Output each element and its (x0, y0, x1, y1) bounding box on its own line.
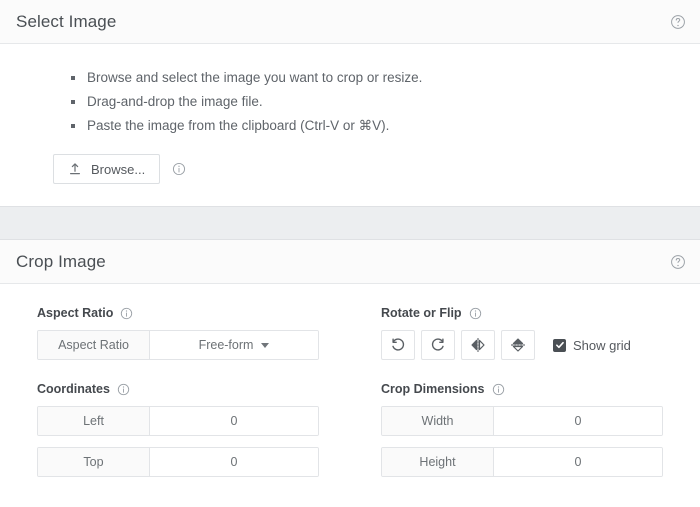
rotate-or-flip-label: Rotate or Flip (381, 306, 462, 320)
rotate-left-button[interactable] (381, 330, 415, 360)
panel-divider-strip (0, 206, 700, 240)
coordinates-group: Coordinates Left 0 Top 0 (37, 382, 349, 477)
width-input-group[interactable]: Width 0 (381, 406, 663, 436)
rotate-right-button[interactable] (421, 330, 455, 360)
list-item: Browse and select the image you want to … (71, 66, 684, 90)
check-icon (555, 340, 565, 350)
browse-button-label: Browse... (91, 161, 146, 177)
top-input[interactable]: 0 (150, 448, 318, 476)
rotate-clockwise-icon (430, 337, 446, 353)
select-image-body: Browse and select the image you want to … (0, 44, 700, 206)
info-circle-icon[interactable] (172, 162, 186, 176)
flip-vertical-icon (510, 337, 526, 353)
height-input-group[interactable]: Height 0 (381, 447, 663, 477)
info-circle-icon[interactable] (117, 383, 130, 396)
upload-icon (68, 162, 82, 176)
info-circle-icon[interactable] (492, 383, 505, 396)
crop-image-panel: Crop Image Aspect Ratio Aspect Ratio Fre… (0, 240, 700, 499)
rotate-or-flip-group: Rotate or Flip Show grid (381, 306, 700, 360)
aspect-ratio-label: Aspect Ratio (37, 306, 114, 320)
show-grid-label: Show grid (573, 337, 631, 353)
top-input-group[interactable]: Top 0 (37, 447, 319, 477)
rotate-counter-clockwise-icon (390, 337, 406, 353)
aspect-ratio-value-text: Free-form (198, 338, 254, 352)
checkbox-box[interactable] (553, 338, 566, 352)
aspect-ratio-addon: Aspect Ratio (38, 331, 150, 359)
height-addon-label: Height (382, 448, 494, 476)
coordinates-label-row: Coordinates (37, 382, 349, 396)
left-input-group[interactable]: Left 0 (37, 406, 319, 436)
page-title: Select Image (16, 11, 117, 31)
instruction-list: Browse and select the image you want to … (16, 44, 684, 138)
crop-image-header: Crop Image (0, 240, 700, 284)
image-tool-page: Select Image Browse and select the image… (0, 0, 700, 507)
width-input[interactable]: 0 (494, 407, 662, 435)
aspect-ratio-label-row: Aspect Ratio (37, 306, 349, 320)
height-input[interactable]: 0 (494, 448, 662, 476)
info-circle-icon[interactable] (469, 307, 482, 320)
aspect-ratio-group: Aspect Ratio Aspect Ratio Free-form (37, 306, 349, 360)
list-item: Drag-and-drop the image file. (71, 90, 684, 114)
list-item: Paste the image from the clipboard (Ctrl… (71, 114, 684, 138)
left-input[interactable]: 0 (150, 407, 318, 435)
help-circle-icon[interactable] (670, 14, 686, 30)
aspect-ratio-select[interactable]: Aspect Ratio Free-form (37, 330, 319, 360)
crop-image-title: Crop Image (16, 251, 106, 271)
crop-controls-grid: Aspect Ratio Aspect Ratio Free-form Rota… (0, 284, 700, 499)
flip-horizontal-icon (470, 337, 486, 353)
crop-dimensions-label-row: Crop Dimensions (381, 382, 700, 396)
chevron-down-icon (261, 342, 270, 348)
width-addon-label: Width (382, 407, 494, 435)
flip-vertical-button[interactable] (501, 330, 535, 360)
left-addon-label: Left (38, 407, 150, 435)
top-addon-label: Top (38, 448, 150, 476)
coordinates-label: Coordinates (37, 382, 110, 396)
browse-button[interactable]: Browse... (53, 154, 161, 184)
aspect-ratio-value[interactable]: Free-form (150, 331, 318, 359)
select-image-header: Select Image (0, 0, 700, 44)
select-image-panel: Select Image Browse and select the image… (0, 0, 700, 206)
help-circle-icon[interactable] (670, 254, 686, 270)
rotate-flip-toolbar: Show grid (381, 330, 700, 360)
crop-dimensions-group: Crop Dimensions Width 0 Height 0 (381, 382, 700, 477)
browse-row: Browse... (53, 154, 684, 184)
flip-horizontal-button[interactable] (461, 330, 495, 360)
show-grid-checkbox[interactable]: Show grid (553, 338, 631, 353)
info-circle-icon[interactable] (120, 307, 133, 320)
rotate-or-flip-label-row: Rotate or Flip (381, 306, 700, 320)
crop-dimensions-label: Crop Dimensions (381, 382, 485, 396)
